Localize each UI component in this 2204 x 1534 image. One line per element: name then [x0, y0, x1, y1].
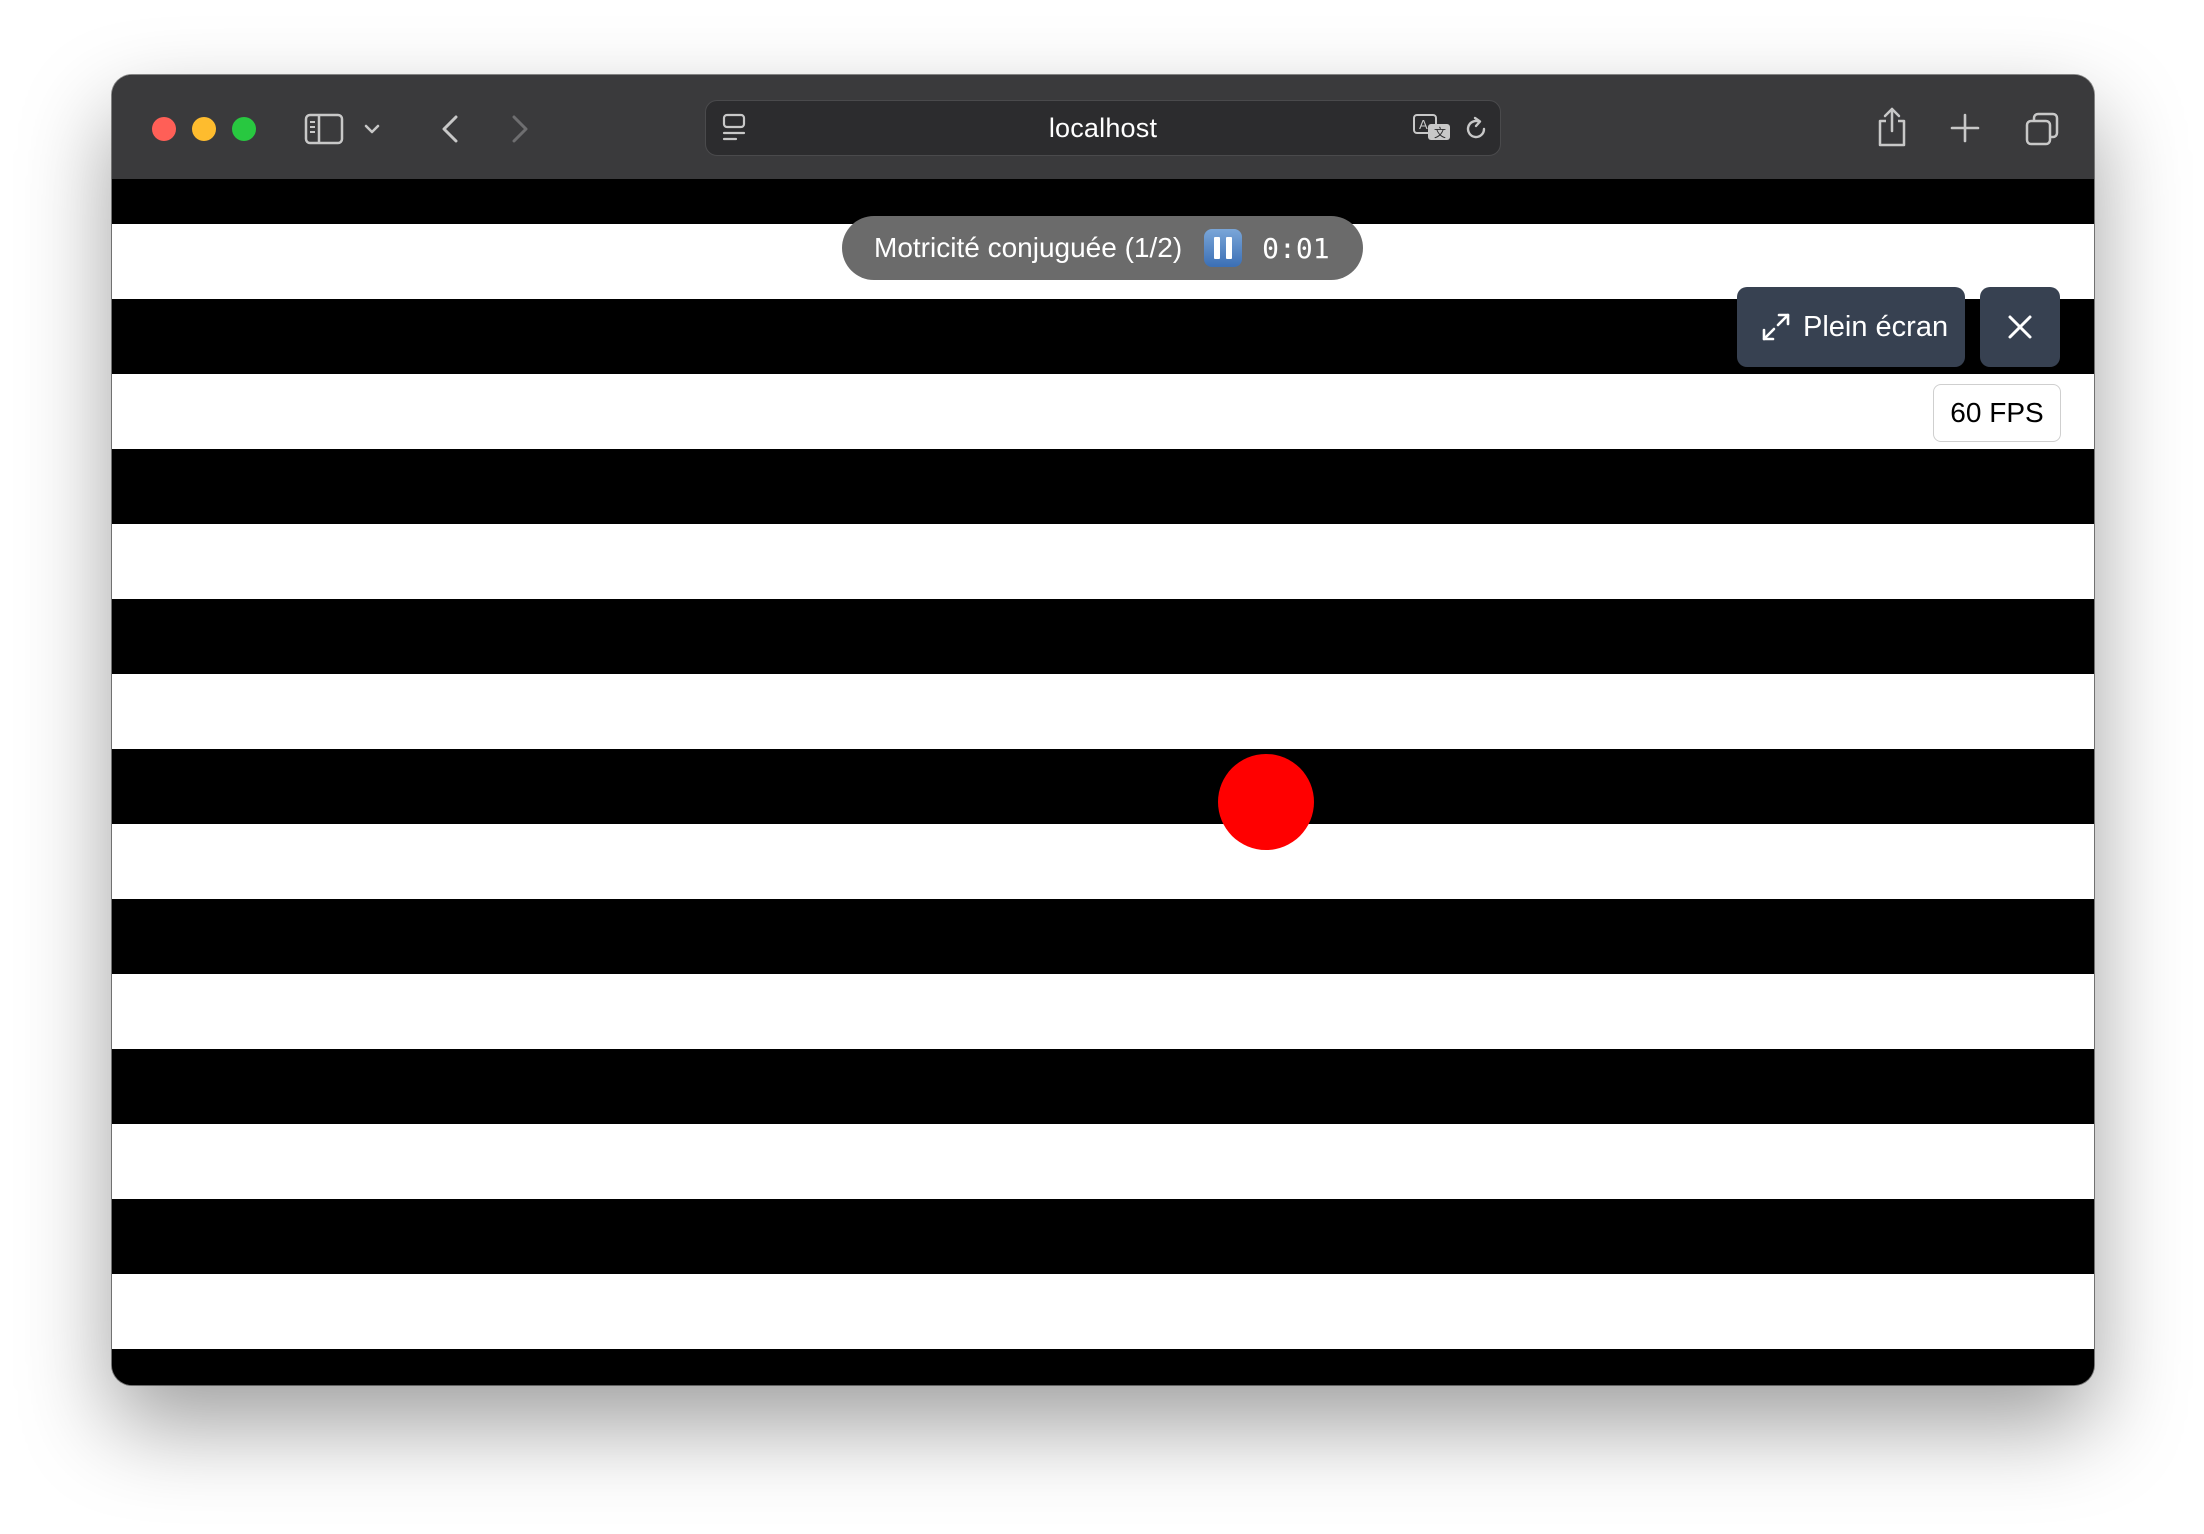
- fullscreen-label: Plein écran: [1803, 310, 1949, 343]
- fixation-target-dot: [1218, 754, 1314, 850]
- chevron-down-icon[interactable]: [362, 119, 382, 139]
- window-close-button[interactable]: [152, 117, 176, 141]
- plus-icon[interactable]: [1948, 111, 1982, 145]
- pause-icon[interactable]: [1204, 229, 1243, 267]
- address-bar[interactable]: localhost A 文: [705, 100, 1501, 156]
- browser-toolbar: localhost A 文: [112, 75, 2094, 179]
- stripe-white: [112, 524, 2094, 599]
- fps-counter: 60 FPS: [1933, 384, 2061, 442]
- exercise-status-pill: Motricité conjuguée (1/2) 0:01: [842, 216, 1363, 280]
- browser-window: localhost A 文 Motricité conjuguée (1/2) …: [112, 75, 2094, 1385]
- share-icon[interactable]: [1874, 105, 1910, 149]
- svg-text:A: A: [1419, 117, 1428, 132]
- stripe-white: [112, 674, 2094, 749]
- tabs-icon[interactable]: [2022, 109, 2062, 149]
- stripe-white: [112, 1124, 2094, 1199]
- exercise-canvas[interactable]: Motricité conjuguée (1/2) 0:01 Plein écr…: [112, 179, 2094, 1385]
- chevron-left-icon[interactable]: [438, 111, 462, 147]
- stripe-white: [112, 974, 2094, 1049]
- url-text[interactable]: localhost: [706, 101, 1500, 155]
- reload-icon[interactable]: [1461, 114, 1491, 144]
- window-minimize-button[interactable]: [192, 117, 216, 141]
- chevron-right-icon[interactable]: [508, 111, 532, 147]
- sidebar-icon[interactable]: [304, 111, 344, 147]
- stripe-white: [112, 824, 2094, 899]
- svg-text:文: 文: [1434, 125, 1446, 140]
- stripe-white: [112, 374, 2094, 449]
- window-maximize-button[interactable]: [232, 117, 256, 141]
- exercise-title: Motricité conjuguée (1/2): [874, 232, 1183, 263]
- translate-icon[interactable]: A 文: [1411, 112, 1453, 144]
- exercise-timer: 0:01: [1262, 231, 1330, 265]
- fullscreen-button[interactable]: Plein écran: [1737, 287, 1965, 367]
- close-button[interactable]: [1980, 287, 2060, 367]
- expand-icon: [1761, 312, 1791, 342]
- stripe-white: [112, 1274, 2094, 1349]
- close-icon: [2006, 313, 2034, 341]
